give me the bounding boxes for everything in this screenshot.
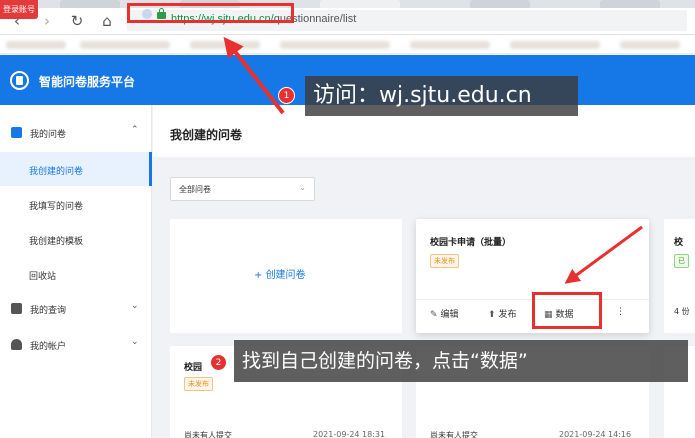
sidebar-item-label: 回收站 [29, 272, 57, 282]
step-1-callout: 访问：wj.sjtu.edu.cn [305, 76, 578, 116]
home-icon[interactable]: ⌂ [96, 10, 118, 32]
publish-button[interactable]: ⬆ 发布 [488, 307, 517, 320]
create-questionnaire-card[interactable]: + 创建问卷 [170, 219, 402, 333]
brand-name[interactable]: 智能问卷服务平台 [39, 73, 135, 90]
status-badge: 已 [674, 254, 689, 268]
browser-tab-strip [0, 0, 695, 8]
step-2-badge: 2 [210, 354, 227, 371]
questionnaire-title[interactable]: 校 [674, 235, 683, 248]
browser-tab[interactable] [60, 0, 120, 8]
sidebar-group-my-questionnaires[interactable]: 我的问卷 ⌃ [0, 118, 152, 148]
submission-status: 尚未有人提交 [184, 431, 232, 438]
questionnaire-card[interactable]: 校 已 4 份 [664, 219, 695, 333]
sidebar-item-my-created[interactable]: 我创建的问卷 [0, 152, 152, 186]
forward-icon[interactable]: › [36, 10, 58, 32]
rocket-icon: ⬆ [488, 310, 496, 320]
sidebar-group-my-queries[interactable]: 我的查询 ⌄ [0, 294, 152, 324]
bookmark-item[interactable] [190, 41, 260, 49]
bookmark-item[interactable] [280, 41, 390, 49]
sidebar-group-label: 我的帐户 [30, 342, 67, 352]
edit-button[interactable]: ✎ 编辑 [430, 307, 459, 320]
updated-time: 2021-09-24 14:16 [559, 430, 632, 438]
create-questionnaire-label: + 创建问卷 [254, 266, 306, 281]
bookmarks-bar [0, 35, 695, 54]
edit-label: 编辑 [440, 310, 459, 320]
questionnaire-list-icon [11, 127, 22, 138]
sidebar-item-my-templates[interactable]: 我创建的模板 [0, 222, 152, 256]
data-button-highlight-box [532, 292, 602, 329]
chevron-down-icon: ⌄ [131, 301, 139, 311]
step-2-callout: 找到自己创建的问卷，点击“数据” [234, 340, 688, 382]
status-badge: 未发布 [184, 377, 213, 391]
more-icon[interactable]: ⋮ [616, 307, 625, 317]
browser-tab[interactable] [470, 0, 530, 8]
status-badge: 未发布 [430, 254, 459, 268]
reload-icon[interactable]: ↻ [66, 10, 88, 32]
url-highlight-box [127, 3, 294, 23]
submission-count: 4 份 [674, 307, 690, 316]
publish-label: 发布 [498, 310, 517, 320]
bookmark-item[interactable] [6, 41, 66, 49]
chevron-down-icon: ⌄ [299, 183, 306, 192]
filter-selected-value: 全部问卷 [179, 185, 211, 194]
bookmark-item[interactable] [80, 41, 170, 49]
questionnaire-title[interactable]: 校园卡申请（批量） [430, 235, 511, 248]
plus-icon: + [254, 270, 266, 281]
step-1-badge: 1 [278, 87, 295, 104]
chevron-up-icon: ⌃ [131, 125, 139, 135]
sidebar: 我的问卷 ⌃ 我创建的问卷 我填写的问卷 我创建的模板 回收站 我的查询 ⌄ 我… [0, 105, 152, 438]
browser-tab-active[interactable] [320, 0, 400, 8]
bookmark-item[interactable] [410, 41, 490, 49]
bookmark-item[interactable] [620, 41, 680, 49]
sidebar-group-label: 我的查询 [30, 306, 67, 316]
sidebar-item-my-filled[interactable]: 我填写的问卷 [0, 187, 152, 221]
create-label-text: 创建问卷 [265, 270, 306, 281]
updated-time: 2021-09-24 18:31 [313, 430, 386, 438]
user-icon [11, 339, 22, 350]
questionnaire-filter-select[interactable]: 全部问卷 ⌄ [170, 177, 315, 201]
sidebar-item-label: 我创建的模板 [29, 237, 84, 247]
sidebar-group-my-account[interactable]: 我的帐户 ⌄ [0, 330, 152, 360]
brand-logo-icon[interactable] [10, 71, 29, 90]
login-account-badge[interactable]: 登录账号 [0, 0, 38, 19]
submission-status: 尚未有人提交 [430, 431, 478, 438]
questionnaire-title[interactable]: 校园 [184, 360, 202, 373]
pencil-icon: ✎ [430, 310, 438, 320]
bookmark-item[interactable] [510, 41, 600, 49]
sidebar-item-label: 我创建的问卷 [29, 167, 84, 177]
page-title: 我创建的问卷 [170, 128, 243, 142]
sidebar-group-label: 我的问卷 [30, 130, 67, 140]
sidebar-item-recycle-bin[interactable]: 回收站 [0, 257, 152, 291]
sidebar-item-label: 我填写的问卷 [29, 202, 84, 212]
chevron-down-icon: ⌄ [131, 337, 139, 347]
browser-tab[interactable] [600, 0, 660, 8]
query-icon [11, 303, 22, 314]
